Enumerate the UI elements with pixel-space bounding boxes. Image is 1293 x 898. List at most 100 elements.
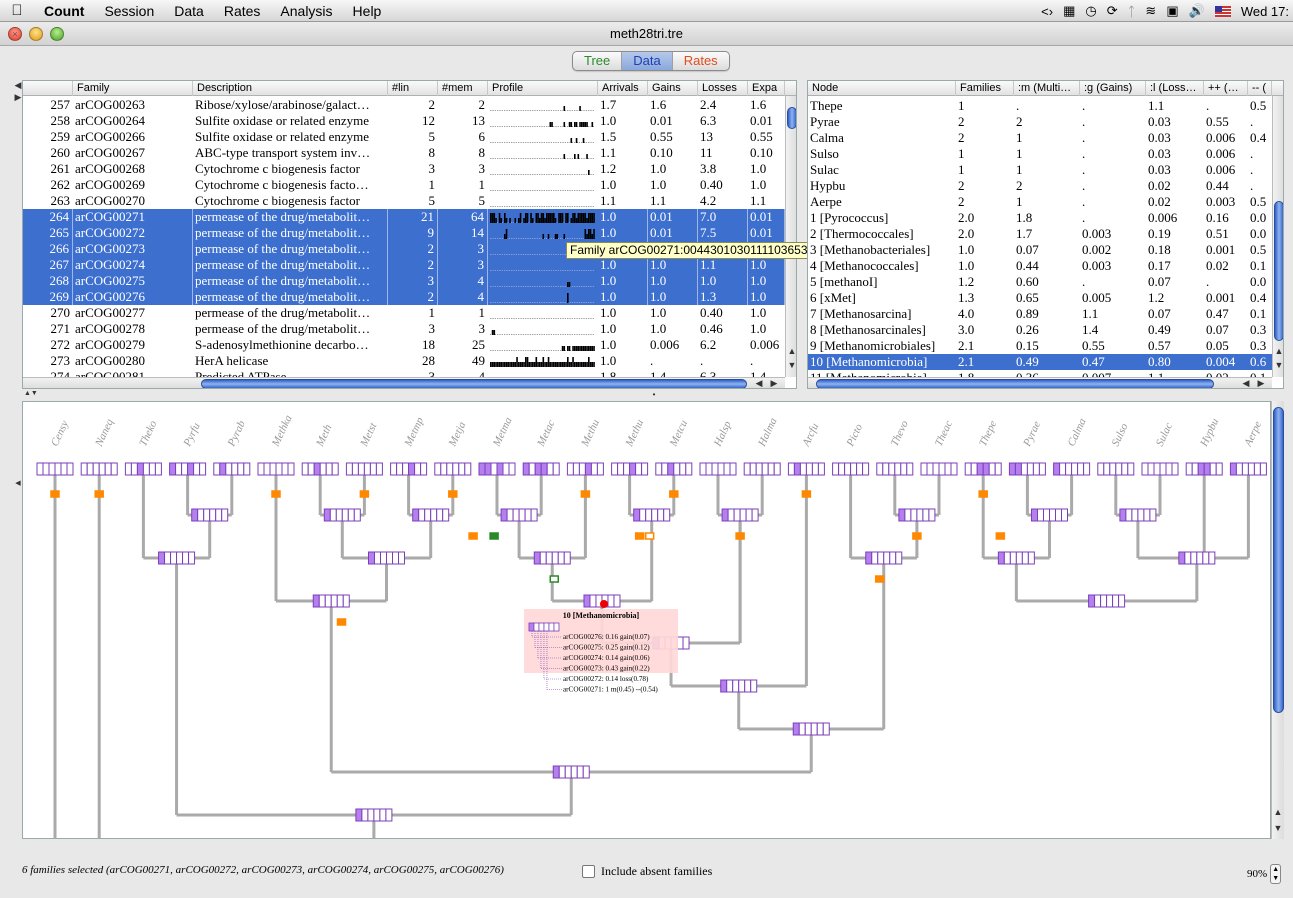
node-profile-box[interactable] xyxy=(301,462,339,476)
tree-scroll-down-icon[interactable]: ▼ xyxy=(1272,823,1284,833)
node-profile-box[interactable] xyxy=(743,462,781,476)
node-profile-box[interactable] xyxy=(368,551,405,565)
tree-scroll-up-icon[interactable]: ▲ xyxy=(1272,807,1284,817)
table-row[interactable]: 273 arCOG00280 HerA helicase 28 49 1.0... xyxy=(23,353,785,369)
node-profile-box[interactable] xyxy=(832,462,870,476)
table-row[interactable]: 6 [xMet] 1.3 0.65 0.005 1.2 0.001 0.4 xyxy=(808,290,1272,306)
column-header[interactable]: Losses xyxy=(698,81,748,96)
column-header[interactable]: ++ (… xyxy=(1204,81,1248,96)
node-profile-box[interactable] xyxy=(699,462,737,476)
column-header[interactable]: #mem xyxy=(438,81,488,96)
tree-vscroll-thumb[interactable] xyxy=(1273,407,1284,713)
node-profile-box[interactable] xyxy=(124,462,162,476)
nodes-scroll-right-icon[interactable]: ▶ xyxy=(1255,378,1267,388)
zoom-stepper[interactable]: ▲ ▼ xyxy=(1270,864,1282,884)
menu-analysis[interactable]: Analysis xyxy=(270,0,342,22)
node-profile-box[interactable] xyxy=(964,462,1002,476)
table-row[interactable]: 265 arCOG00272 permease of the drug/metabo… xyxy=(23,225,785,241)
include-absent-option[interactable]: Include absent families xyxy=(582,864,712,879)
table-row[interactable]: 268 arCOG00275 permease of the drug/metabo… xyxy=(23,273,785,289)
table-row[interactable]: 258 arCOG00264 Sulfite oxidase or related … xyxy=(23,113,785,129)
node-profile-box[interactable] xyxy=(355,808,393,822)
nodes-vscroll-thumb[interactable] xyxy=(1274,201,1283,341)
column-header[interactable]: Family xyxy=(73,81,193,96)
table-row[interactable]: 7 [Methanosarcina] 4.0 0.89 1.1 0.07 0.47 0.1 xyxy=(808,306,1272,322)
node-profile-box[interactable] xyxy=(412,508,450,522)
column-header[interactable]: :m (Multi… xyxy=(1014,81,1080,96)
table-row[interactable]: Pyrae 2 2. 0.03 0.55. xyxy=(808,114,1272,130)
table-row[interactable]: 261 arCOG00268 Cytochrome c biogenesis fac… xyxy=(23,161,785,177)
phylogeny-tree-view[interactable]: Censy Naneq Theko Pyrfu Pyrab Methka Meth Metst… xyxy=(22,401,1271,839)
node-profile-box[interactable] xyxy=(792,722,830,736)
node-profile-box[interactable] xyxy=(611,462,649,476)
wifi-icon[interactable]: ≋ xyxy=(1145,3,1156,19)
table-row[interactable]: Hypbu 2 2. 0.02 0.44. xyxy=(808,178,1272,194)
column-header[interactable]: -- ( xyxy=(1248,81,1272,96)
tab-tree[interactable]: Tree xyxy=(573,52,623,70)
table-row[interactable]: 11 [Methanomicrobia]1.80.360.0071.10.020… xyxy=(808,370,1272,377)
families-horizontal-scrollbar[interactable]: ◀ ▶ xyxy=(23,377,785,388)
node-profile-box[interactable] xyxy=(720,679,758,693)
node-profile-box[interactable] xyxy=(345,462,383,476)
table-row[interactable]: 10 [Methanomicrobia] 2.1 0.49 0.47 0.80 0.004… xyxy=(808,354,1272,370)
clock[interactable]: Wed 17: xyxy=(1241,4,1289,19)
menu-session[interactable]: Session xyxy=(94,0,164,22)
scroll-left-icon[interactable]: ◀ xyxy=(753,378,765,388)
table-row[interactable]: 272 arCOG00279 S-adenosylmethionine decarb… xyxy=(23,337,785,353)
table-row[interactable]: 274 arCOG00281 Predicted ATPase 3 4 1.8 1.4 6.3… xyxy=(23,369,785,377)
node-profile-box[interactable] xyxy=(434,462,472,476)
column-header[interactable]: Families xyxy=(956,81,1014,96)
column-header[interactable]: Profile xyxy=(488,81,598,96)
tab-data[interactable]: Data xyxy=(622,52,673,70)
nodes-hscroll-thumb[interactable] xyxy=(816,379,1214,388)
scroll-right-icon[interactable]: ▶ xyxy=(768,378,780,388)
table-row[interactable]: Calma 2 1. 0.03 0.006 0.4 xyxy=(808,130,1272,146)
tab-rates[interactable]: Rates xyxy=(673,52,729,70)
script-menu-icon[interactable]: <› xyxy=(1041,4,1053,19)
table-row[interactable]: 269 arCOG00276 permease of the drug/metabo… xyxy=(23,289,785,305)
node-profile-box[interactable] xyxy=(552,765,590,779)
node-profile-box[interactable] xyxy=(80,462,118,476)
spaces-icon[interactable]: ▦ xyxy=(1063,3,1075,19)
table-row[interactable]: 5 [methanoI] 1.2 0.60. 0.07. 0.0 xyxy=(808,274,1272,290)
table-row[interactable]: Sulac 1 1. 0.03 0.006. xyxy=(808,162,1272,178)
table-row[interactable]: 264 arCOG00271 permease of the drug/metabo… xyxy=(23,209,785,225)
column-header[interactable]: Gains xyxy=(648,81,698,96)
apple-menu-icon[interactable]:  xyxy=(0,2,34,19)
flag-icon[interactable] xyxy=(1214,5,1231,17)
menu-data[interactable]: Data xyxy=(164,0,214,22)
node-profile-box[interactable] xyxy=(1008,462,1046,476)
include-absent-checkbox[interactable] xyxy=(582,865,595,878)
node-profile-box[interactable] xyxy=(169,462,207,476)
table-row[interactable]: 9 [Methanomicrobiales] 2.1 0.15 0.55 0.57 0.0… xyxy=(808,338,1272,354)
node-profile-box[interactable] xyxy=(721,508,759,522)
node-profile-box[interactable] xyxy=(257,462,295,476)
node-profile-box[interactable] xyxy=(1178,551,1216,565)
node-profile-box[interactable] xyxy=(158,551,196,565)
table-row[interactable]: 1 [Pyrococcus] 2.0 1.8. 0.006 0.16 0.0 xyxy=(808,210,1272,226)
table-row[interactable]: 2 [Thermococcales] 2.0 1.7 0.003 0.19 0.51 0.0 xyxy=(808,226,1272,242)
table-row[interactable]: 270 arCOG00277 permease of the drug/metabo… xyxy=(23,305,785,321)
table-row[interactable]: Aerpe 2 1. 0.02 0.003 0.5 xyxy=(808,194,1272,210)
node-profile-box[interactable] xyxy=(312,594,350,608)
column-header[interactable] xyxy=(23,81,73,96)
display-icon[interactable]: ▣ xyxy=(1166,3,1178,19)
node-profile-box[interactable] xyxy=(876,462,914,476)
node-profile-box[interactable] xyxy=(390,462,428,476)
volume-icon[interactable]: 🔊 xyxy=(1189,3,1205,19)
node-profile-box[interactable] xyxy=(1185,462,1223,476)
table-row[interactable]: 259 arCOG00266 Sulfite oxidase or related … xyxy=(23,129,785,145)
column-header[interactable]: :g (Gains) xyxy=(1080,81,1146,96)
node-profile-box[interactable] xyxy=(36,462,74,476)
node-profile-box[interactable] xyxy=(865,551,903,565)
tree-vertical-scrollbar[interactable]: ▲ ▼ xyxy=(1271,401,1284,839)
time-machine-icon[interactable]: ◷ xyxy=(1085,3,1096,19)
column-header[interactable]: :l (Loss… xyxy=(1146,81,1204,96)
table-row[interactable]: Sulso 1 1. 0.03 0.006. xyxy=(808,146,1272,162)
table-row[interactable]: 267 arCOG00274 permease of the drug/metabo… xyxy=(23,257,785,273)
node-profile-box[interactable] xyxy=(655,462,693,476)
menu-help[interactable]: Help xyxy=(343,0,392,22)
node-profile-box[interactable] xyxy=(522,462,560,476)
split-up-icon[interactable]: ▲▼ xyxy=(24,390,38,397)
table-row[interactable]: 263 arCOG00270 Cytochrome c biogenesis fac… xyxy=(23,193,785,209)
